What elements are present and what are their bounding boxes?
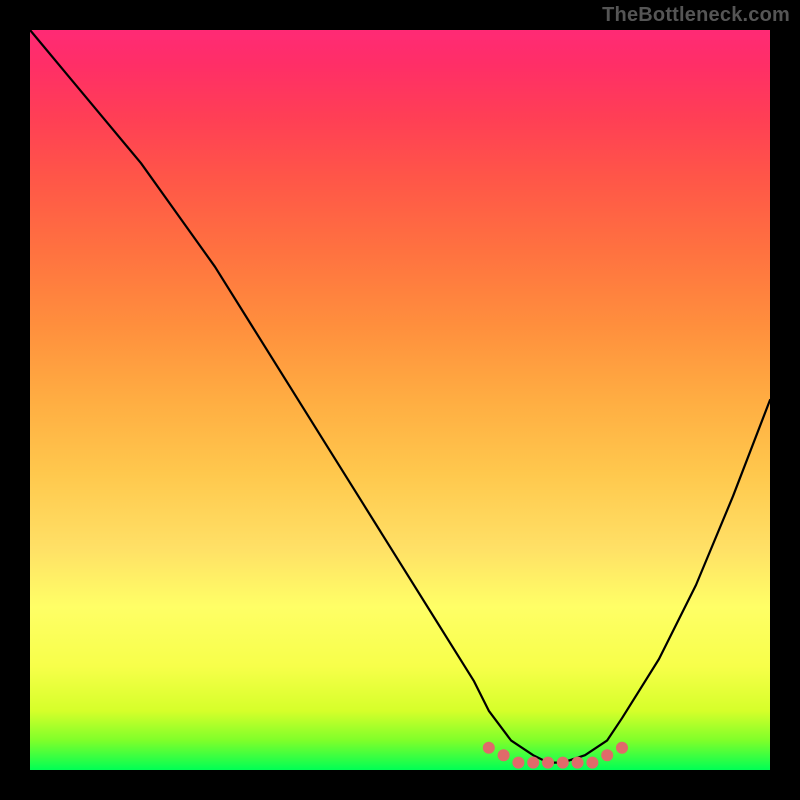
dot [557,757,569,769]
watermark-text: TheBottleneck.com [602,4,790,27]
dot [483,742,495,754]
series-curve [30,30,770,763]
chart-frame: TheBottleneck.com [0,0,800,800]
series-bottom-dots [483,742,628,769]
dot [616,742,628,754]
dot [512,757,524,769]
dot [498,749,510,761]
dot [601,749,613,761]
dot [542,757,554,769]
dot [586,757,598,769]
dot [527,757,539,769]
dot [572,757,584,769]
chart-svg [30,30,770,770]
plot-area [30,30,770,770]
